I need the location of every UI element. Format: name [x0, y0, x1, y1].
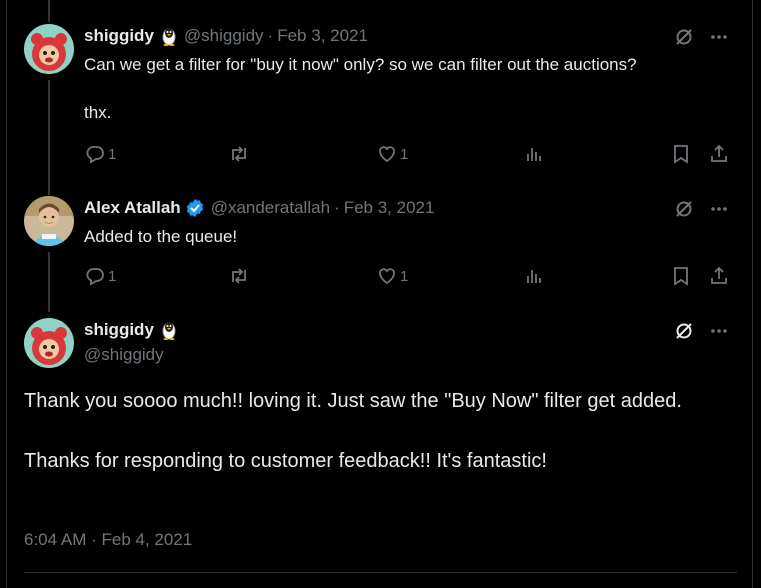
more-icon[interactable] — [709, 321, 729, 346]
tweet-header: shiggidy @shiggidy · Feb 3, 2021 — [84, 26, 368, 46]
views-button[interactable] — [524, 143, 546, 165]
like-count: 1 — [400, 267, 409, 285]
display-name[interactable]: shiggidy — [84, 26, 154, 46]
avatar[interactable] — [24, 196, 74, 246]
bookmark-button[interactable] — [670, 143, 692, 165]
bookmark-icon — [674, 145, 688, 164]
reply-icon — [86, 268, 104, 286]
more-icon[interactable] — [709, 199, 729, 224]
reply-tweet[interactable]: shiggidy @shiggidy · Feb 3, 2021 Can we … — [24, 24, 737, 184]
thread-line — [48, 0, 50, 22]
heart-icon — [379, 268, 395, 285]
tweet-date[interactable]: Feb 3, 2021 — [344, 198, 435, 218]
tweet-header: shiggidy — [84, 320, 178, 340]
tweet-timestamp[interactable]: 6:04 AM · Feb 4, 2021 — [24, 530, 192, 550]
tweet-text: Added to the queue! — [84, 227, 238, 246]
divider — [24, 572, 737, 573]
like-count: 1 — [400, 145, 409, 163]
views-button[interactable] — [524, 265, 546, 287]
avatar[interactable] — [24, 318, 74, 368]
tweet-text: Thank you soooo much!! loving it. Just s… — [24, 390, 682, 472]
views-icon — [527, 270, 541, 283]
retweet-icon — [232, 146, 246, 162]
share-icon — [711, 266, 727, 284]
tweet-corner-actions — [673, 26, 729, 53]
heart-icon — [379, 146, 395, 163]
tweet-corner-actions — [673, 320, 729, 347]
tweet-subheader: @shiggidy — [84, 345, 164, 365]
handle[interactable]: @xanderatallah — [211, 198, 330, 218]
column-right-border — [752, 0, 753, 588]
share-icon — [711, 144, 727, 162]
like-button[interactable]: 1 — [376, 143, 408, 165]
reply-button[interactable]: 1 — [84, 265, 116, 287]
action-bar: 1 1 — [84, 143, 737, 167]
reply-icon — [86, 146, 104, 164]
share-button[interactable] — [708, 265, 730, 287]
bookmark-icon — [674, 267, 688, 286]
column-left-border — [6, 0, 7, 588]
tweet-corner-actions — [673, 198, 729, 225]
views-icon — [527, 148, 541, 161]
reply-button[interactable]: 1 — [84, 143, 116, 165]
grok-icon[interactable] — [673, 320, 695, 347]
grok-icon[interactable] — [673, 198, 695, 225]
action-bar: 1 1 — [84, 265, 737, 289]
display-name[interactable]: shiggidy — [84, 320, 154, 340]
retweet-button[interactable] — [228, 143, 252, 165]
penguin-icon — [160, 26, 178, 46]
verified-badge-icon — [185, 198, 205, 218]
reply-count: 1 — [108, 145, 117, 163]
retweet-icon — [232, 268, 246, 284]
avatar[interactable] — [24, 24, 74, 74]
tweet-date[interactable]: Feb 3, 2021 — [277, 26, 368, 46]
penguin-icon — [160, 320, 178, 340]
reply-tweet[interactable]: Alex Atallah @xanderatallah · Feb 3, 202… — [24, 196, 737, 296]
share-button[interactable] — [708, 143, 730, 165]
retweet-button[interactable] — [228, 265, 252, 287]
separator: · — [267, 26, 274, 45]
reply-count: 1 — [108, 267, 117, 285]
handle[interactable]: @shiggidy — [84, 345, 164, 365]
handle[interactable]: @shiggidy — [184, 26, 264, 46]
separator: · — [334, 198, 340, 217]
tweet-header: Alex Atallah @xanderatallah · Feb 3, 202… — [84, 198, 434, 218]
bookmark-button[interactable] — [670, 265, 692, 287]
like-button[interactable]: 1 — [376, 265, 408, 287]
tweet-text: Can we get a filter for "buy it now" onl… — [84, 55, 637, 122]
more-icon[interactable] — [709, 27, 729, 52]
display-name[interactable]: Alex Atallah — [84, 198, 181, 218]
main-tweet: shiggidy @shiggidy Thank you soooo much!… — [24, 318, 737, 558]
grok-icon[interactable] — [673, 26, 695, 53]
